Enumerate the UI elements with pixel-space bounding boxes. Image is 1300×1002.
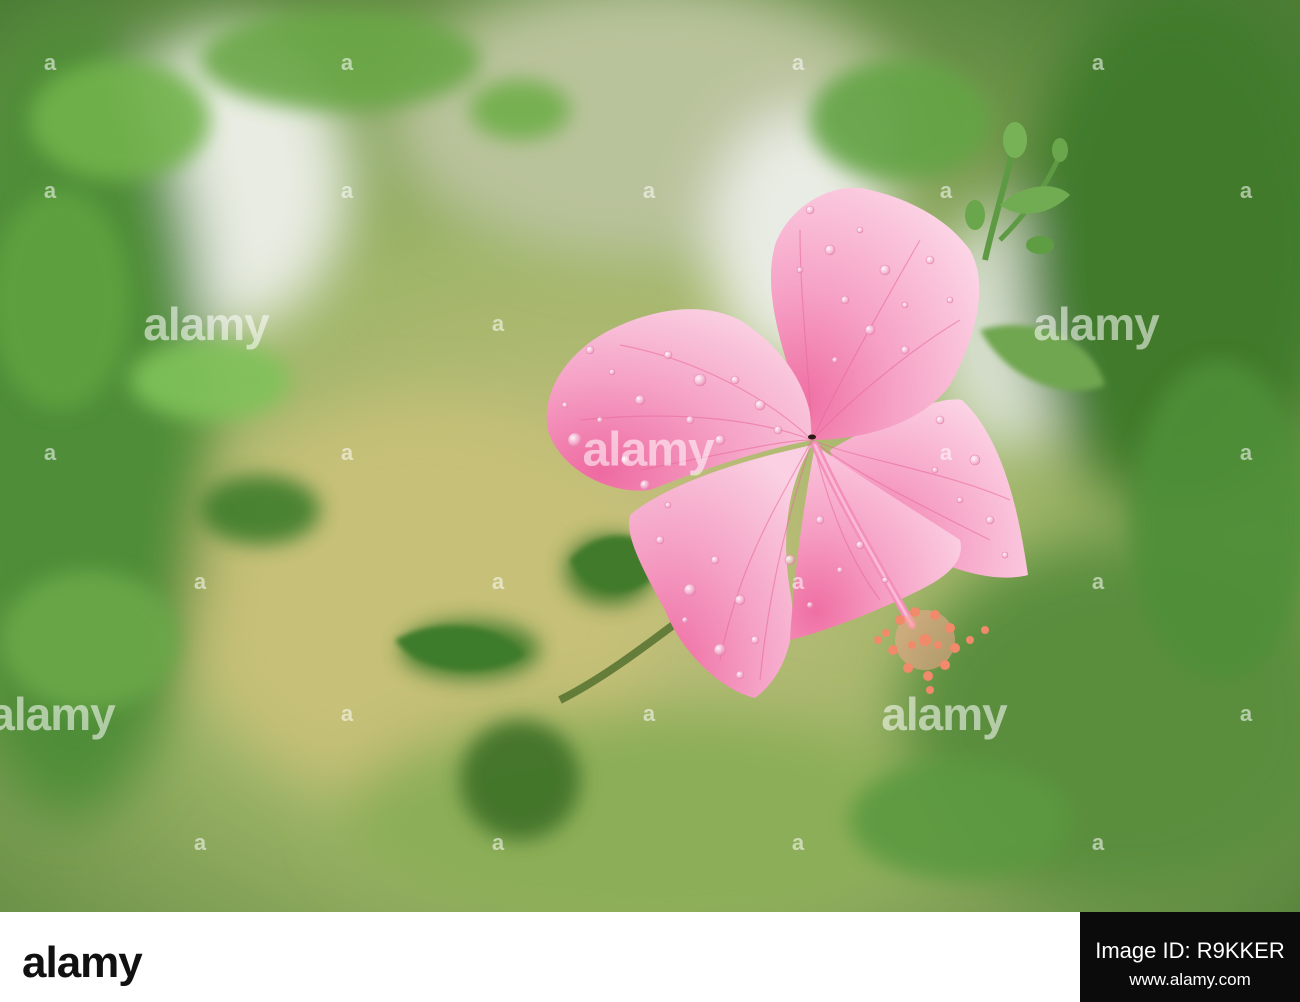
footer-info-panel: Image ID: R9KKER www.alamy.com xyxy=(1080,912,1300,1002)
alamy-logo: alamy xyxy=(22,938,143,987)
hibiscus-photo xyxy=(0,0,1300,912)
stock-footer-bar: alamy Image ID: R9KKER www.alamy.com xyxy=(0,912,1300,1002)
image-id-label: Image ID: R9KKER xyxy=(1095,938,1285,963)
photo-area: a a a a a a a a a alamy alamy a a a a a … xyxy=(0,0,1300,912)
site-url-label: www.alamy.com xyxy=(1129,970,1251,989)
